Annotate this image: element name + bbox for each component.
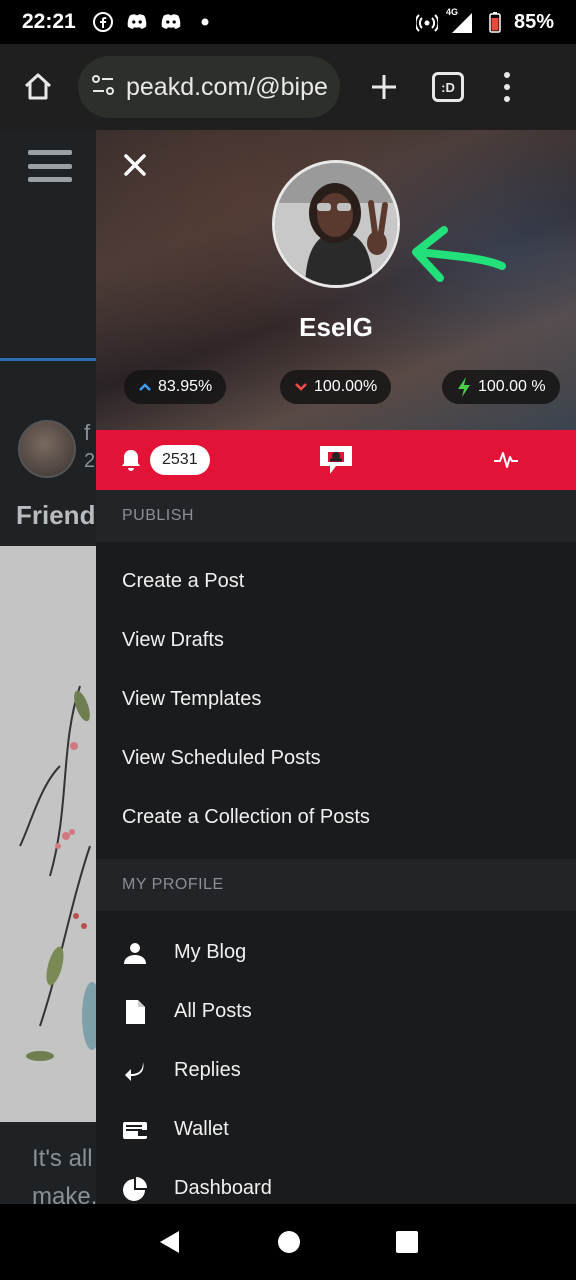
discord-icon-2 <box>160 11 182 33</box>
post-title[interactable]: Friend <box>16 500 95 531</box>
section-title-my-profile: MY PROFILE <box>96 859 576 911</box>
menu-label: All Posts <box>174 1000 252 1022</box>
tab-switcher-button[interactable]: :D <box>432 72 464 102</box>
chevron-down-icon <box>295 383 307 391</box>
browser-toolbar: peakd.com/@bipe :D <box>0 44 576 130</box>
bell-icon[interactable] <box>118 447 144 473</box>
close-icon[interactable] <box>120 150 150 180</box>
post-date: 2 <box>84 450 96 472</box>
hotspot-icon <box>415 11 438 33</box>
menu-view-scheduled-posts[interactable]: View Scheduled Posts <box>96 729 576 788</box>
menu-dashboard[interactable]: Dashboard <box>96 1159 576 1204</box>
menu-wallet[interactable]: Wallet <box>96 1100 576 1159</box>
menu-view-templates[interactable]: View Templates <box>96 670 576 729</box>
chat-icon[interactable] <box>316 442 356 478</box>
menu-create-post[interactable]: Create a Post <box>96 552 576 611</box>
lightning-icon <box>458 377 470 397</box>
menu-label: Replies <box>174 1059 241 1081</box>
dot-indicator-icon <box>194 11 216 33</box>
battery-icon <box>484 11 506 33</box>
activity-pulse-icon[interactable] <box>492 446 520 474</box>
new-tab-button[interactable] <box>364 67 404 107</box>
post-snippet: It's all make. <box>32 1140 97 1204</box>
notification-bar: 2531 <box>96 430 576 490</box>
upvote-power-badge: 83.95% <box>124 370 227 404</box>
network-type: 4G <box>445 7 458 17</box>
site-settings-icon[interactable] <box>90 72 116 103</box>
menu-all-posts[interactable]: All Posts <box>96 982 576 1041</box>
status-bar: 22:21 4G 85% <box>0 0 576 44</box>
post-image[interactable] <box>0 546 102 1122</box>
profile-header: EseIG 83.95% 100.00% 100.00 % <box>96 130 576 430</box>
discord-icon <box>126 11 148 33</box>
downvote-power-badge: 100.00% <box>280 370 392 404</box>
signal-icon: 4G <box>446 7 476 33</box>
profile-menu: My Blog All Posts Replies Wallet Dashboa… <box>96 911 576 1204</box>
recents-icon[interactable] <box>395 1230 419 1254</box>
browser-menu-button[interactable] <box>502 72 512 102</box>
menu-my-blog[interactable]: My Blog <box>96 923 576 982</box>
document-icon <box>122 999 148 1025</box>
menu-label: My Blog <box>174 941 247 963</box>
publish-menu: Create a Post View Drafts View Templates… <box>96 542 576 847</box>
tab-underline <box>0 358 100 361</box>
facebook-icon <box>92 11 114 33</box>
side-drawer: EseIG 83.95% 100.00% 100.00 % 2531 PUBLI… <box>96 130 576 1204</box>
resource-credits-value: 100.00 % <box>478 378 546 395</box>
post-snippet-line: make. <box>32 1183 98 1204</box>
home-nav-icon[interactable] <box>277 1230 301 1254</box>
back-icon[interactable] <box>157 1229 183 1255</box>
menu-label: Dashboard <box>174 1177 272 1199</box>
wallet-icon <box>122 1117 148 1143</box>
plus-icon <box>372 75 396 99</box>
menu-view-drafts[interactable]: View Drafts <box>96 611 576 670</box>
hamburger-icon[interactable] <box>28 150 72 182</box>
post-snippet-line: It's all <box>32 1145 93 1172</box>
notification-count-badge[interactable]: 2531 <box>150 445 210 475</box>
resource-credits-badge: 100.00 % <box>442 370 560 404</box>
status-time: 22:21 <box>22 10 76 33</box>
user-icon <box>122 940 148 966</box>
upvote-power-value: 83.95% <box>158 378 213 395</box>
system-nav-bar <box>0 1204 576 1280</box>
section-title-publish: PUBLISH <box>96 490 576 542</box>
profile-avatar[interactable] <box>272 160 400 288</box>
menu-label: Wallet <box>174 1118 229 1140</box>
profile-username[interactable]: EseIG <box>96 312 576 343</box>
home-button[interactable] <box>18 67 58 107</box>
menu-replies[interactable]: Replies <box>96 1041 576 1100</box>
post-author-name[interactable]: f <box>84 420 90 446</box>
reply-icon <box>122 1058 148 1084</box>
chevron-up-icon <box>139 383 151 391</box>
menu-create-collection[interactable]: Create a Collection of Posts <box>96 788 576 847</box>
battery-percent: 85% <box>513 10 554 33</box>
downvote-power-value: 100.00% <box>314 378 378 395</box>
annotation-arrow-icon <box>412 226 506 282</box>
home-icon <box>24 73 52 100</box>
pie-chart-icon <box>122 1176 148 1202</box>
post-author-avatar[interactable] <box>18 420 76 478</box>
address-bar[interactable]: peakd.com/@bipe <box>78 56 340 118</box>
url-text: peakd.com/@bipe <box>126 72 328 101</box>
